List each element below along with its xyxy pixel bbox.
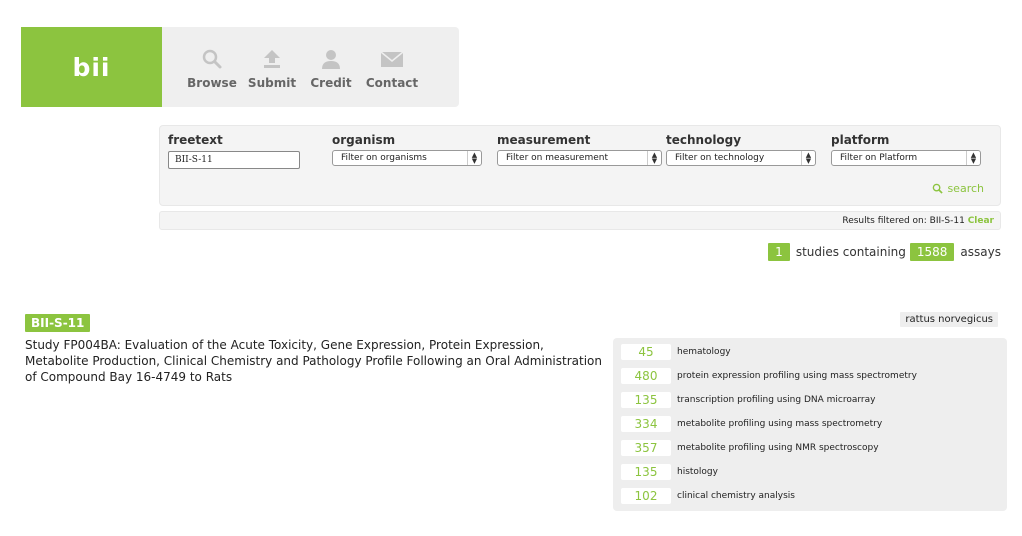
- freetext-input[interactable]: [168, 151, 300, 169]
- assay-row: 357 metabolite profiling using NMR spect…: [621, 440, 879, 456]
- upload-icon: [264, 50, 280, 68]
- select-arrows-icon: ▲ ▼: [966, 151, 980, 165]
- technology-select[interactable]: Filter on technology ▲ ▼: [666, 150, 816, 166]
- select-arrows-icon: ▲ ▼: [467, 151, 481, 165]
- assay-row: 135 histology: [621, 464, 718, 480]
- logo[interactable]: bii: [21, 27, 162, 107]
- platform-select-value: Filter on Platform: [840, 153, 918, 163]
- select-arrows-icon: ▲ ▼: [801, 151, 815, 165]
- filter-panel: freetext organism Filter on organisms ▲▼…: [159, 125, 1001, 206]
- assay-row: 480 protein expression profiling using m…: [621, 368, 917, 384]
- studies-count-badge: 1: [768, 243, 790, 261]
- assay-count[interactable]: 135: [621, 392, 671, 408]
- main-nav: Browse Submit Credit Contact: [162, 27, 459, 107]
- results-summary: 1 studies containing 1588 assays: [768, 243, 1001, 261]
- assays-text: assays: [960, 245, 1001, 259]
- measurement-label: measurement: [497, 133, 591, 147]
- studies-text: studies containing: [795, 245, 906, 259]
- technology-filter: technology Filter on technology ▲ ▼: [666, 133, 816, 166]
- assay-row: 45 hematology: [621, 344, 731, 360]
- organism-select-value: Filter on organisms: [341, 153, 427, 163]
- results-filter-bar: Results filtered on: BII-S-11 Clear: [159, 211, 1001, 230]
- envelope-icon: [380, 51, 404, 67]
- search-icon: [933, 183, 944, 194]
- assay-name: protein expression profiling using mass …: [677, 371, 917, 381]
- assays-count-badge: 1588: [909, 243, 955, 261]
- assay-row: 334 metabolite profiling using mass spec…: [621, 416, 882, 432]
- measurement-select-value: Filter on measurement: [506, 153, 609, 163]
- study-id-badge[interactable]: BII-S-11: [25, 314, 91, 332]
- assay-count[interactable]: 135: [621, 464, 671, 480]
- assay-name: histology: [677, 467, 718, 477]
- freetext-filter: freetext: [168, 133, 300, 169]
- assay-count[interactable]: 45: [621, 344, 671, 360]
- assay-count[interactable]: 357: [621, 440, 671, 456]
- organism-tag: rattus norvegicus: [900, 312, 998, 327]
- organism-select[interactable]: Filter on organisms ▲ ▼: [332, 150, 482, 166]
- search-button[interactable]: search: [932, 182, 984, 195]
- nav-browse[interactable]: Browse: [186, 27, 238, 107]
- organism-filter: organism Filter on organisms ▲ ▼: [332, 133, 482, 166]
- organism-label: organism: [332, 133, 396, 147]
- nav-submit[interactable]: Submit: [247, 27, 297, 107]
- select-arrows-icon: ▲ ▼: [647, 151, 661, 165]
- assay-name: hematology: [677, 347, 731, 357]
- assay-list: 45 hematology 480 protein expression pro…: [613, 338, 1007, 511]
- user-icon: [322, 50, 340, 69]
- results-filtered-text: Results filtered on: BII-S-11: [842, 216, 965, 226]
- platform-label: platform: [831, 133, 890, 147]
- nav-browse-label: Browse: [187, 76, 237, 90]
- nav-submit-label: Submit: [247, 76, 297, 90]
- assay-count[interactable]: 334: [621, 416, 671, 432]
- nav-credit[interactable]: Credit: [308, 27, 354, 107]
- freetext-label: freetext: [168, 133, 223, 147]
- assay-name: metabolite profiling using mass spectrom…: [677, 419, 883, 429]
- nav-credit-label: Credit: [310, 76, 352, 90]
- nav-contact-label: Contact: [365, 76, 419, 90]
- platform-select[interactable]: Filter on Platform ▲ ▼: [831, 150, 981, 166]
- assay-name: transcription profiling using DNA microa…: [677, 395, 876, 405]
- assay-row: 102 clinical chemistry analysis: [621, 488, 795, 504]
- assay-row: 135 transcription profiling using DNA mi…: [621, 392, 875, 408]
- search-label: search: [947, 182, 984, 195]
- assay-count[interactable]: 480: [621, 368, 671, 384]
- technology-label: technology: [666, 133, 742, 147]
- platform-filter: platform Filter on Platform ▲ ▼: [831, 133, 981, 166]
- assay-count[interactable]: 102: [621, 488, 671, 504]
- measurement-filter: measurement Filter on measurement ▲ ▼: [497, 133, 662, 166]
- clear-link[interactable]: Clear: [968, 216, 994, 226]
- assay-name: clinical chemistry analysis: [677, 491, 795, 501]
- technology-select-value: Filter on technology: [675, 153, 765, 163]
- search-icon: [202, 49, 222, 69]
- study-title: Study FP004BA: Evaluation of the Acute T…: [25, 338, 602, 384]
- measurement-select[interactable]: Filter on measurement ▲ ▼: [497, 150, 662, 166]
- nav-contact[interactable]: Contact: [365, 27, 419, 107]
- logo-text: bii: [72, 52, 111, 82]
- assay-name: metabolite profiling using NMR spectrosc…: [677, 443, 879, 453]
